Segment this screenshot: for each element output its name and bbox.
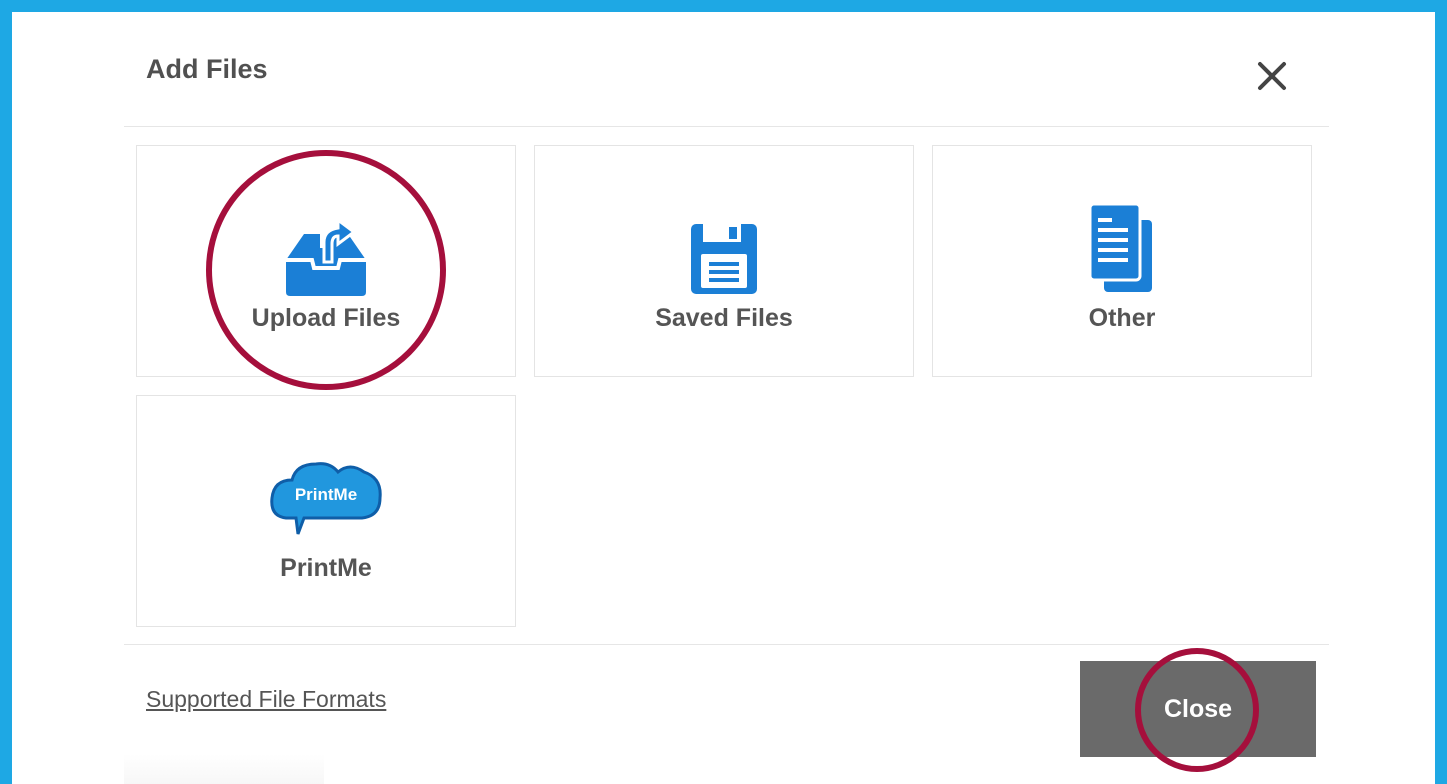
dialog-title: Add Files xyxy=(146,54,268,84)
saved-files-tile[interactable]: Saved Files xyxy=(534,145,914,377)
documents-icon xyxy=(933,146,1311,296)
dialog-header: Add Files xyxy=(124,24,1329,127)
printme-icon-text: PrintMe xyxy=(295,485,357,504)
add-files-dialog: Add Files Upload Files Saved Files Other… xyxy=(124,24,1329,784)
footer-divider xyxy=(124,644,1329,645)
close-icon[interactable] xyxy=(1252,56,1292,96)
other-tile[interactable]: Other xyxy=(932,145,1312,377)
printme-cloud-icon: PrintMe xyxy=(137,396,515,546)
supported-file-formats-link[interactable]: Supported File Formats xyxy=(146,686,386,713)
floppy-disk-icon xyxy=(535,146,913,296)
printme-tile[interactable]: PrintMe PrintMe xyxy=(136,395,516,627)
upload-files-label: Upload Files xyxy=(251,304,401,332)
printme-label: PrintMe xyxy=(280,554,372,582)
bottom-fade xyxy=(124,754,324,784)
close-button[interactable]: Close xyxy=(1080,661,1316,757)
upload-files-tile[interactable]: Upload Files xyxy=(136,145,516,377)
other-label: Other xyxy=(1088,304,1156,332)
upload-tray-icon xyxy=(137,146,515,296)
saved-files-label: Saved Files xyxy=(655,304,793,332)
